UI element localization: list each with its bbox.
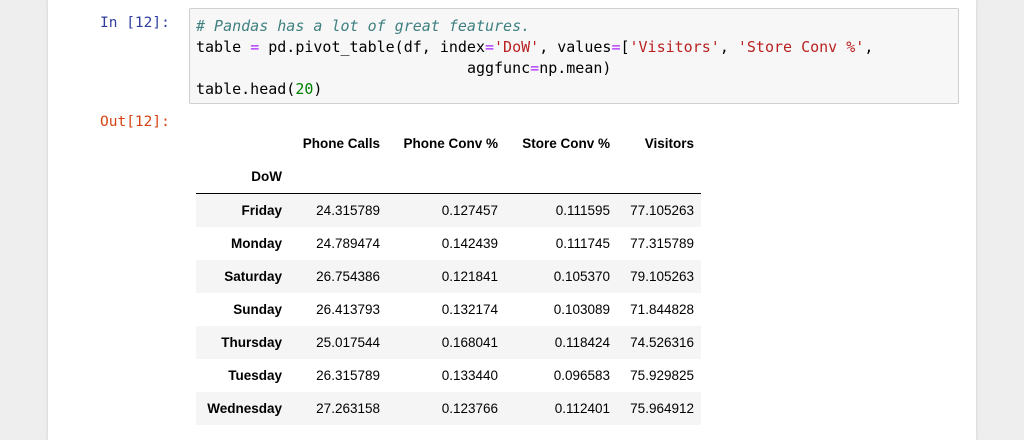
code-cell-input[interactable]: # Pandas has a lot of great features. ta… [189,8,959,104]
dataframe-table: Phone Calls Phone Conv % Store Conv % Vi… [196,127,701,425]
row-index: Friday [241,202,282,218]
code-token: , [719,38,738,56]
table-cell: 75.929825 [630,367,694,383]
table-row: Sunday 26.413793 0.132174 0.103089 71.84… [196,293,701,326]
table-cell: 74.526316 [630,334,694,350]
code-string: 'Visitors' [629,38,720,56]
table-cell: 0.111745 [555,235,610,251]
code-operator: = [485,38,495,56]
row-index: Thursday [221,334,282,350]
index-name-header: DoW [251,169,282,184]
table-cell: 71.844828 [630,301,694,317]
empty-header-cell [289,160,387,194]
row-index: Monday [230,235,282,251]
table-cell: 79.105263 [630,268,694,284]
table-cell: 0.127457 [441,202,498,218]
blank-header [196,127,289,160]
input-prompt: In [12]: [100,15,170,31]
code-token: , [864,38,874,56]
table-cell: 0.096583 [553,367,610,383]
table-cell: 25.017544 [316,334,380,350]
row-index: Saturday [224,268,282,284]
column-header-phone-calls: Phone Calls [302,136,380,151]
table-cell: 27.263158 [316,400,380,416]
table-cell: 0.123766 [441,400,498,416]
table-cell: 26.413793 [316,301,380,317]
table-row: Thursday 25.017544 0.168041 0.118424 74.… [196,325,701,359]
table-row: Tuesday 26.315789 0.133440 0.096583 75.9… [196,359,701,392]
row-index: Wednesday [207,400,282,416]
empty-header-cell [387,160,505,194]
code-string: 'DoW' [494,38,540,56]
code-editor[interactable]: # Pandas has a lot of great features. ta… [196,16,873,100]
code-operator: = [530,59,540,77]
column-header-row: Phone Calls Phone Conv % Store Conv % Vi… [196,127,701,160]
table-cell: 26.315789 [316,367,380,383]
column-header-visitors: Visitors [644,136,694,151]
code-token: aggfunc [466,59,531,77]
empty-header-cell [505,160,617,194]
code-token: table [196,38,251,56]
table-cell: 0.168041 [441,334,498,350]
code-token: , values [539,38,612,56]
code-string: 'Store Conv %' [737,38,865,56]
table-cell: 0.105370 [553,268,610,284]
code-token: np.mean) [539,59,612,77]
row-index: Tuesday [228,367,282,383]
table-cell: 0.118424 [554,334,610,350]
table-cell: 0.103089 [553,301,610,317]
code-token: [ [620,38,630,56]
index-name-row: DoW [196,160,701,194]
table-cell: 24.789474 [316,235,380,251]
row-index: Sunday [233,301,282,317]
table-cell: 26.754386 [316,268,380,284]
table-cell: 0.121841 [441,268,498,284]
table-cell: 0.142439 [441,235,498,251]
column-header-store-conv: Store Conv % [522,136,610,151]
code-comment: # Pandas has a lot of great features. [196,17,531,35]
code-operator: = [250,38,260,56]
table-cell: 0.112401 [554,400,610,416]
code-token: pd.pivot_table(df, index [259,38,485,56]
empty-header-cell [617,160,701,194]
table-cell: 0.132174 [441,301,498,317]
table-cell: 77.105263 [630,202,694,218]
table-cell: 24.315789 [316,202,380,218]
table-cell: 0.111595 [555,202,610,218]
column-header-phone-conv: Phone Conv % [403,136,498,151]
table-cell: 0.133440 [441,367,498,383]
table-row: Monday 24.789474 0.142439 0.111745 77.31… [196,227,701,260]
table-row: Wednesday 27.263158 0.123766 0.112401 75… [196,391,701,425]
code-token: ) [313,80,323,98]
code-token: table.head( [196,80,296,98]
code-number: 20 [295,80,314,98]
table-cell: 75.964912 [630,400,694,416]
table-cell: 77.315789 [630,235,694,251]
output-prompt: Out[12]: [100,114,170,130]
table-row: Friday 24.315789 0.127457 0.111595 77.10… [196,193,701,227]
table-row: Saturday 26.754386 0.121841 0.105370 79.… [196,259,701,293]
